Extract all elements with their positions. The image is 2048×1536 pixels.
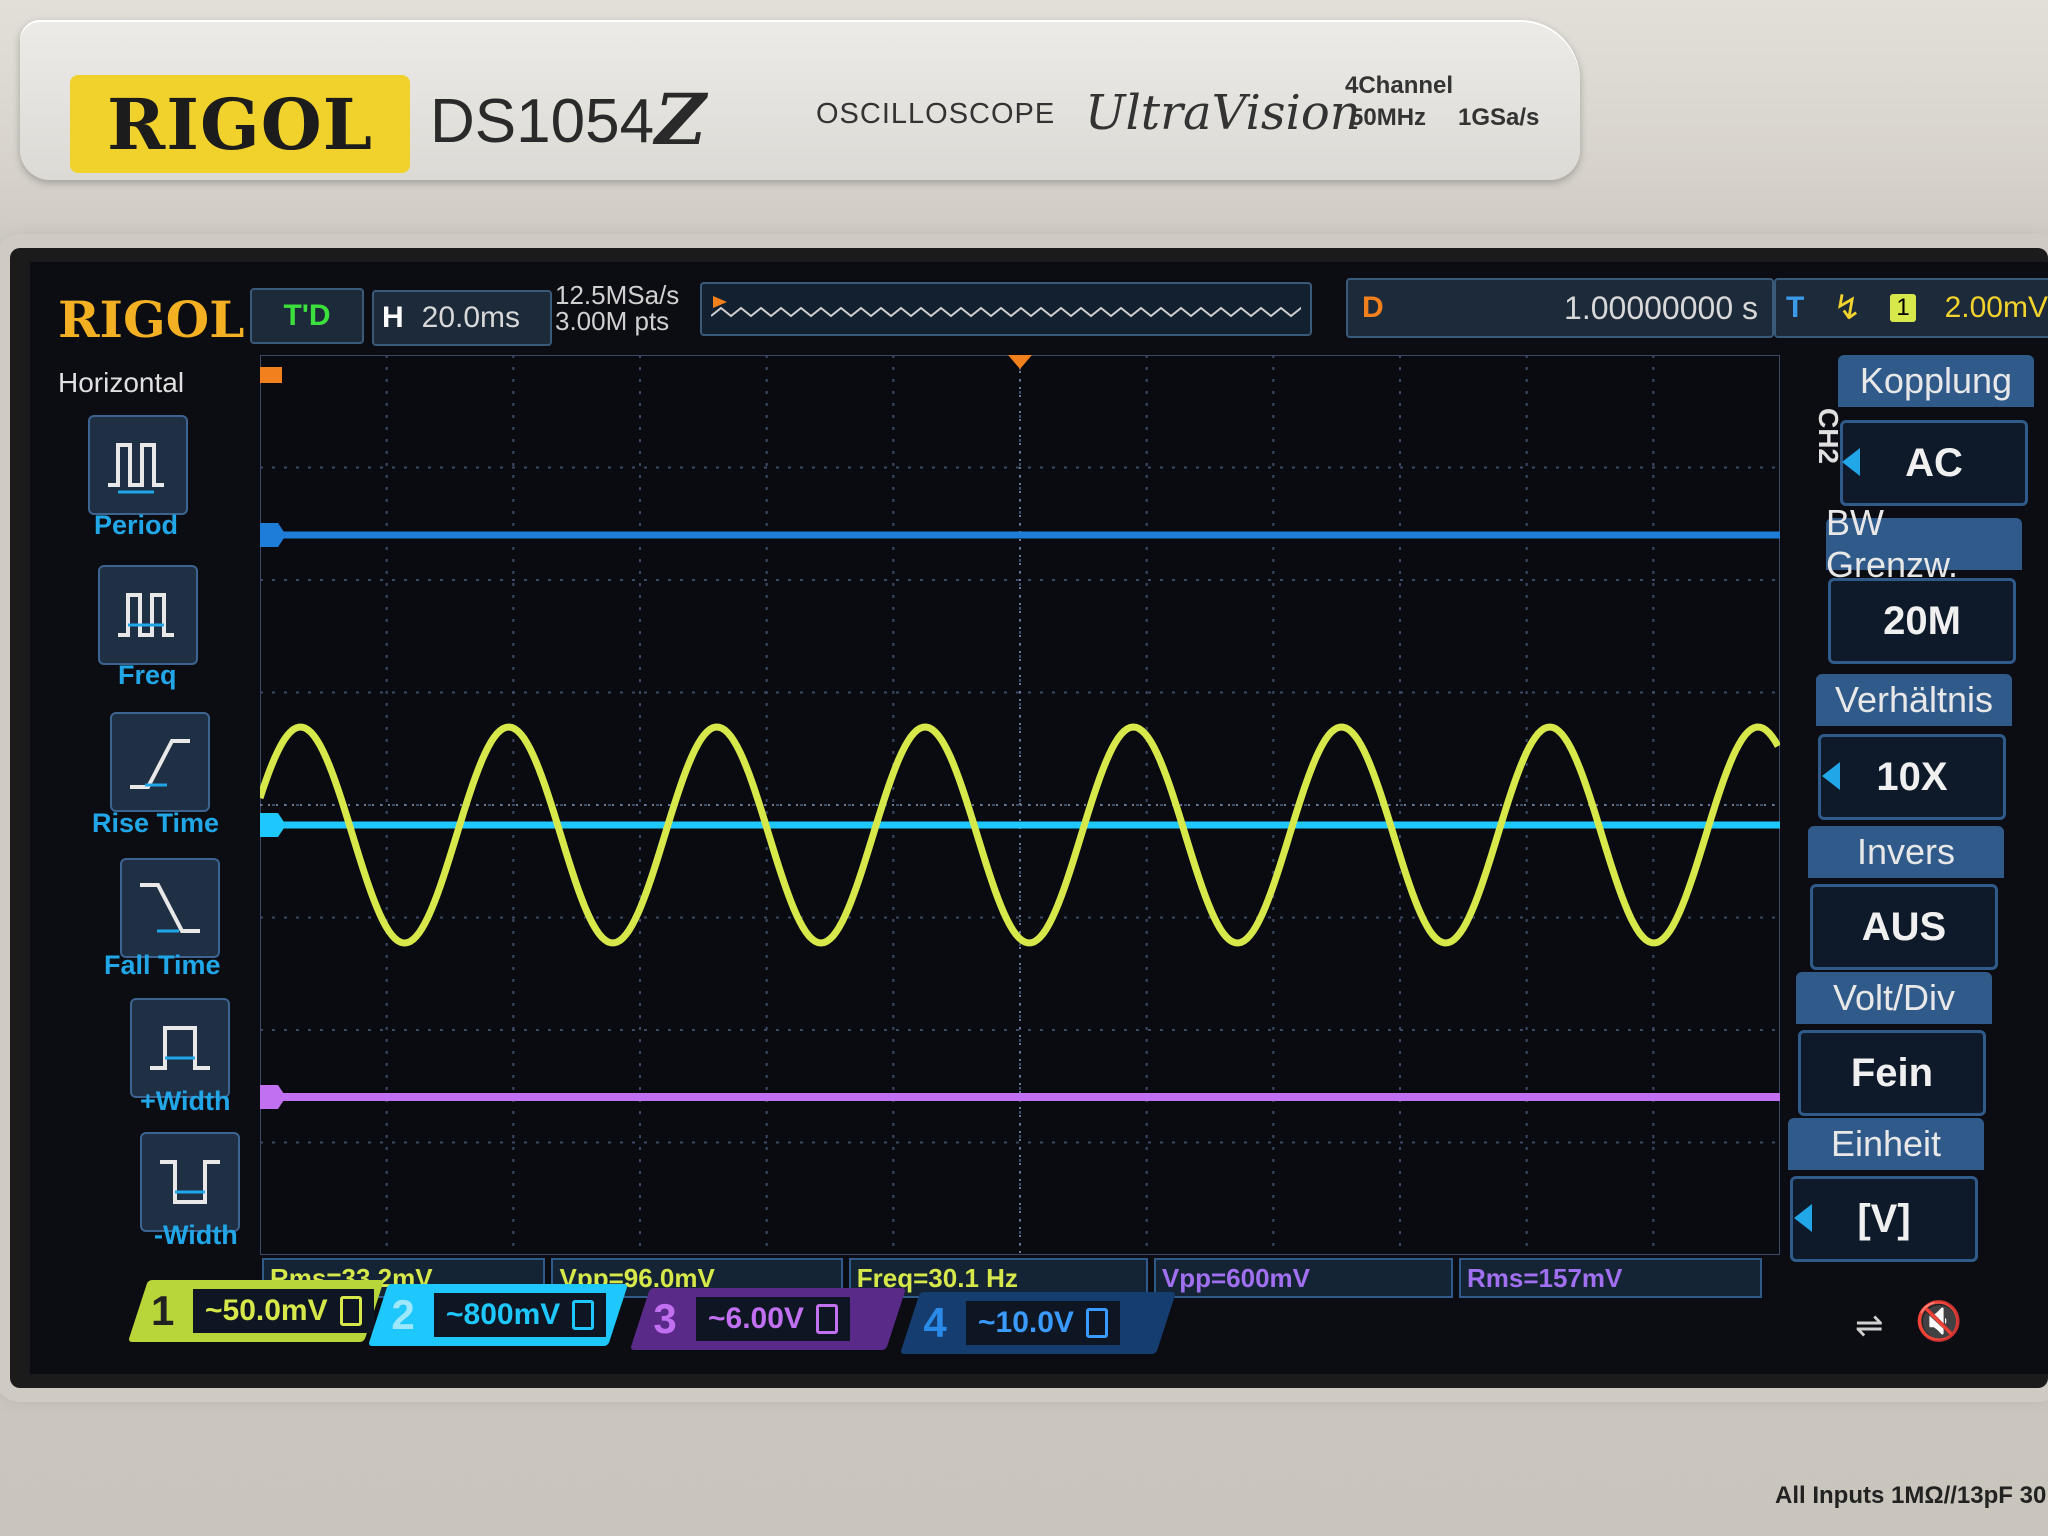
channel-4-scale-text: ~10.0V xyxy=(978,1306,1074,1339)
channel-3-number: 3 xyxy=(653,1295,677,1342)
waveform-display[interactable] xyxy=(260,355,1780,1255)
trigger-display[interactable]: T ↯ 1 2.00mV xyxy=(1774,278,2048,338)
probe-ratio-value[interactable]: 10X xyxy=(1818,734,2006,820)
positive-width-button[interactable] xyxy=(130,998,230,1098)
positive-width-label: +Width xyxy=(140,1086,231,1116)
unit-value[interactable]: [V] xyxy=(1790,1176,1978,1262)
channel-2-scale-text: ~800mV xyxy=(446,1298,561,1331)
fall-time-icon xyxy=(140,883,200,933)
timebase-display[interactable]: H 20.0ms xyxy=(372,290,552,346)
memory-overview-waveform xyxy=(711,296,1301,318)
measurement-ch3-rms: Rms=157mV xyxy=(1459,1258,1763,1298)
bw-limit-icon xyxy=(815,1304,838,1334)
negative-width-label: -Width xyxy=(154,1220,238,1250)
negative-width-icon xyxy=(160,1160,220,1204)
menu-item-einheit-header: Einheit xyxy=(1788,1118,1984,1170)
memory-position-marker xyxy=(260,367,282,383)
channel-4-scale: ~10.0V xyxy=(966,1301,1120,1345)
freq-button[interactable] xyxy=(98,565,198,665)
fall-time-button[interactable] xyxy=(120,858,220,958)
rise-time-button[interactable] xyxy=(110,712,210,812)
delay-value: 1.00000000 s xyxy=(1564,289,1758,326)
freq-icon xyxy=(118,593,174,637)
rise-time-icon xyxy=(130,739,190,789)
menu-item-kopplung-header: Kopplung xyxy=(1838,355,2034,407)
fall-time-label: Fall Time xyxy=(104,950,221,980)
sample-rate: 12.5MSa/s xyxy=(555,280,680,310)
channel-1-tab[interactable]: 1 ~50.0mV xyxy=(127,1280,385,1342)
screen-logo: RIGOL xyxy=(58,290,245,349)
freq-label: Freq xyxy=(118,660,177,690)
spec-rate: 1GSa/s xyxy=(1458,104,1540,131)
period-button[interactable] xyxy=(88,415,188,515)
brand-name: RIGOL xyxy=(107,82,373,166)
menu-item-ratio-header: Verhältnis xyxy=(1816,674,2012,726)
channel-4-tab[interactable]: 4 ~10.0V xyxy=(899,1292,1177,1354)
bw-limit-value[interactable]: 20M xyxy=(1828,578,2016,664)
positive-width-icon xyxy=(150,1026,210,1070)
menu-item-invers-header: Invers xyxy=(1808,826,2004,878)
period-icon xyxy=(108,443,164,494)
series-name: UltraVision xyxy=(1085,85,1361,141)
bw-limit-icon xyxy=(340,1296,362,1326)
ratio-arrow-icon xyxy=(1822,762,1840,790)
channel-2-number: 2 xyxy=(391,1291,415,1338)
rising-edge-icon: ↯ xyxy=(1833,289,1862,327)
model-number: DS1054 xyxy=(430,87,655,156)
device-type: OSCILLOSCOPE xyxy=(816,98,1056,130)
period-label: Period xyxy=(94,510,179,540)
bw-limit-icon xyxy=(1085,1308,1108,1338)
negative-width-button[interactable] xyxy=(140,1132,240,1232)
channel-1-scale-text: ~50.0mV xyxy=(205,1294,328,1327)
bw-limit-icon xyxy=(572,1300,595,1330)
horizontal-label: H xyxy=(382,301,404,334)
usb-icon: ⇌ xyxy=(1855,1307,1884,1345)
delay-display[interactable]: D 1.00000000 s xyxy=(1346,278,1774,338)
spec-channels: 4Channel xyxy=(1345,72,1454,99)
rise-time-label: Rise Time xyxy=(92,808,220,838)
channel-1-scale: ~50.0mV xyxy=(193,1289,374,1333)
channel-2-tab[interactable]: 2 ~800mV xyxy=(367,1284,629,1346)
measurement-ch3-vpp: Vpp=600mV xyxy=(1153,1258,1453,1298)
kopplung-arrow-icon xyxy=(1842,448,1860,476)
trigger-level: 2.00mV xyxy=(1944,291,2048,324)
channel-3-scale-text: ~6.00V xyxy=(708,1302,804,1335)
channel-1-number: 1 xyxy=(151,1287,175,1334)
unit-arrow-icon xyxy=(1794,1204,1812,1232)
kopplung-value[interactable]: AC xyxy=(1840,420,2028,506)
spec-bandwidth: 50MHz xyxy=(1350,104,1427,131)
timebase-value: 20.0ms xyxy=(421,301,521,334)
sidebar-title: Horizontal xyxy=(58,367,185,398)
invert-value[interactable]: AUS xyxy=(1810,884,1998,970)
memory-overview[interactable] xyxy=(700,282,1312,336)
acquisition-info: 12.5MSa/s 3.00M pts xyxy=(555,282,679,334)
trigger-source: 1 xyxy=(1890,294,1916,322)
menu-item-voltdiv-header: Volt/Div xyxy=(1796,972,1992,1024)
input-spec: All Inputs 1MΩ//13pF 30 xyxy=(1775,1482,2047,1509)
speaker-mute-icon[interactable]: 🔇 xyxy=(1915,1300,1962,1344)
channel-4-number: 4 xyxy=(923,1299,947,1346)
trigger-state-badge: T'D xyxy=(250,288,364,344)
memory-depth: 3.00M pts xyxy=(555,306,670,336)
channel-3-tab[interactable]: 3 ~6.00V xyxy=(629,1288,907,1350)
menu-item-bw-header: BW Grenzw. xyxy=(1826,502,2022,585)
brand-logo: RIGOL xyxy=(70,75,410,173)
model-suffix: Z xyxy=(655,78,707,161)
channel-3-scale: ~6.00V xyxy=(696,1297,850,1341)
volt-div-value[interactable]: Fein xyxy=(1798,1030,1986,1116)
delay-label: D xyxy=(1362,291,1384,324)
trigger-label: T xyxy=(1786,291,1805,324)
channel-2-scale: ~800mV xyxy=(434,1293,607,1337)
